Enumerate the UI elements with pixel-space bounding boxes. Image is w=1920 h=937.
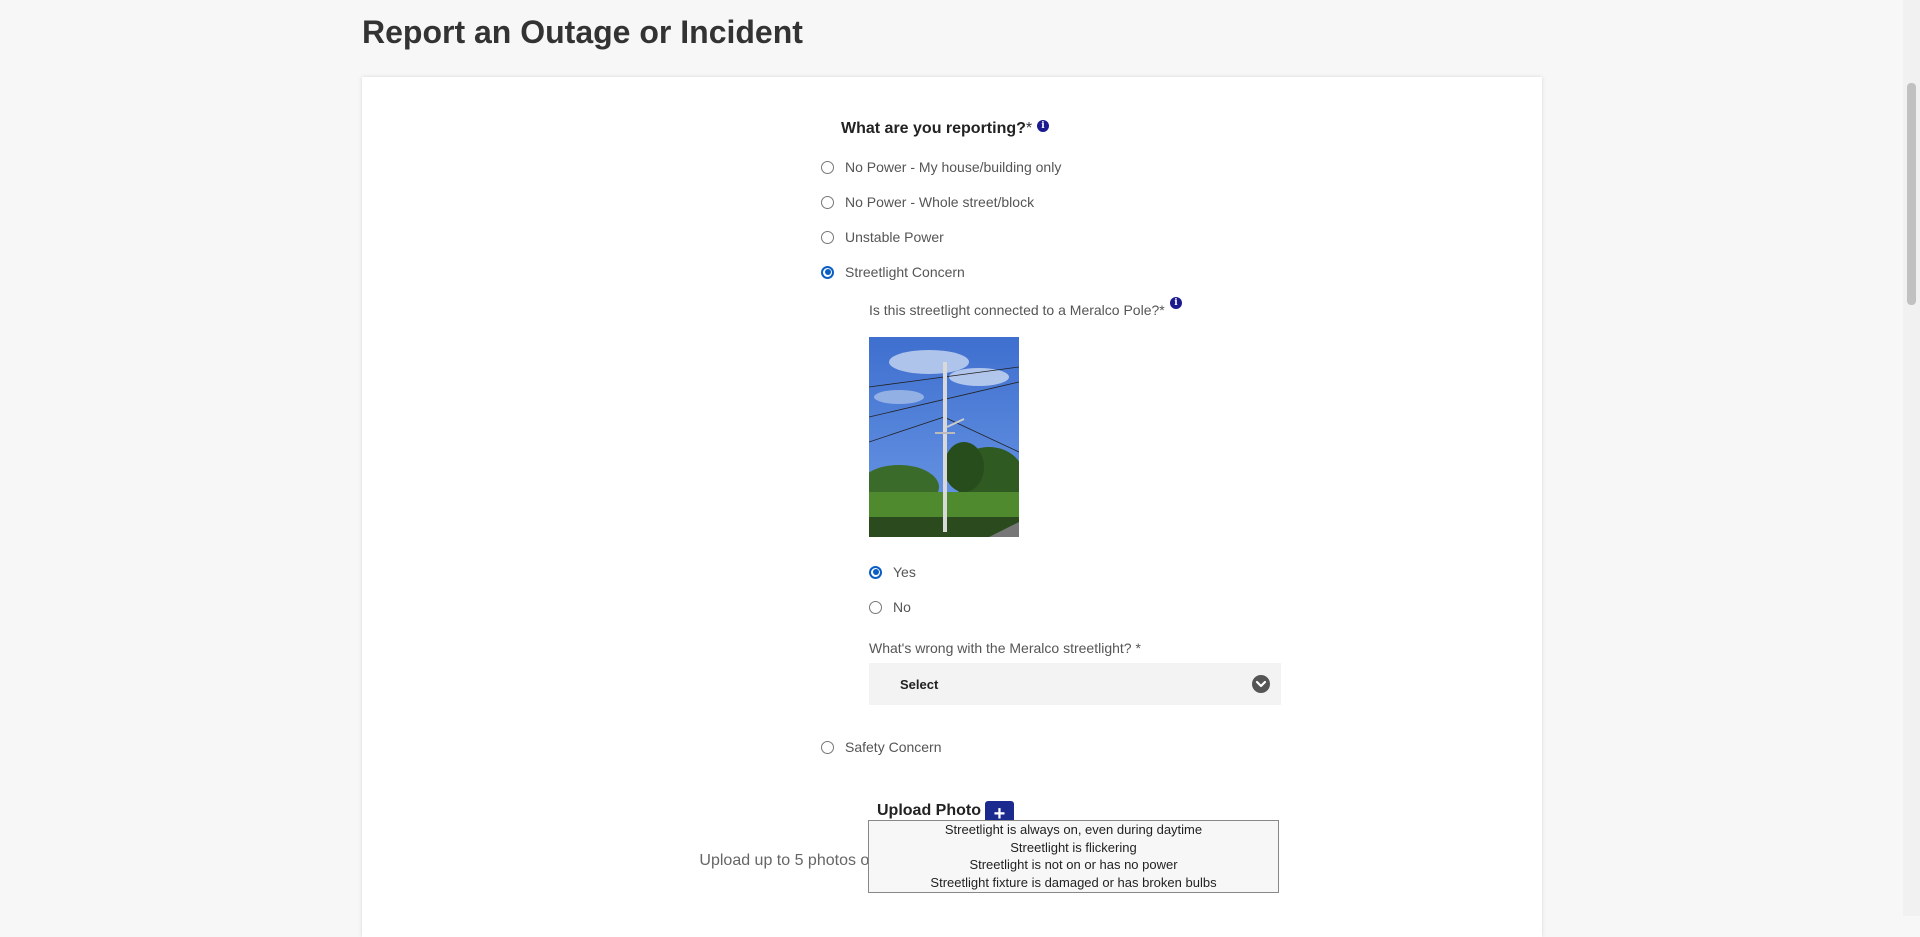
radio-pole-no[interactable]	[869, 600, 882, 614]
dropdown-option[interactable]: Streetlight is always on, even during da…	[869, 821, 1278, 839]
dropdown-option[interactable]: Streetlight is flickering	[869, 839, 1278, 857]
page-scrollbar[interactable]	[1903, 0, 1920, 916]
option-label: No Power - My house/building only	[845, 159, 1062, 175]
option-label: Unstable Power	[845, 229, 944, 245]
option-safety-concern[interactable]: Safety Concern	[821, 737, 942, 757]
option-unstable-power[interactable]: Unstable Power	[821, 227, 944, 247]
streetlight-problem-dropdown[interactable]: Streetlight is always on, even during da…	[868, 820, 1279, 893]
option-streetlight-concern[interactable]: Streetlight Concern	[821, 262, 965, 282]
option-label: No Power - Whole street/block	[845, 194, 1035, 210]
yes-label: Yes	[893, 564, 916, 580]
dropdown-option[interactable]: Streetlight is not on or has no power	[869, 856, 1278, 874]
radio-streetlight-concern[interactable]	[821, 265, 834, 279]
page-title: Report an Outage or Incident	[362, 14, 803, 50]
radio-safety-concern[interactable]	[821, 740, 834, 754]
pole-option-yes[interactable]: Yes	[869, 562, 916, 582]
required-mark: *	[1025, 120, 1033, 137]
question-text: What are you reporting?	[841, 120, 1026, 137]
radio-no-power-street[interactable]	[821, 195, 834, 209]
dropdown-option[interactable]: Streetlight fixture is damaged or has br…	[869, 874, 1278, 892]
question-title: What are you reporting?*	[841, 120, 1032, 138]
pole-question: Is this streetlight connected to a Meral…	[869, 302, 1165, 318]
info-icon[interactable]: i	[1037, 120, 1049, 132]
problem-question: What's wrong with the Meralco streetligh…	[869, 640, 1141, 656]
streetlight-problem-select[interactable]: Select	[869, 663, 1281, 705]
select-value: Select	[900, 676, 939, 692]
option-no-power-street[interactable]: No Power - Whole street/block	[821, 192, 1034, 212]
option-label: Streetlight Concern	[845, 264, 965, 280]
radio-pole-yes[interactable]	[869, 565, 882, 579]
option-label: Safety Concern	[845, 739, 942, 755]
radio-unstable-power[interactable]	[821, 230, 834, 244]
upload-photo-label: Upload Photo	[877, 802, 981, 819]
pole-info-icon[interactable]: i	[1170, 297, 1182, 309]
meralco-pole-image	[869, 337, 1019, 537]
option-no-power-house[interactable]: No Power - My house/building only	[821, 157, 1061, 177]
radio-no-power-house[interactable]	[821, 160, 834, 174]
pole-option-no[interactable]: No	[869, 597, 911, 617]
no-label: No	[893, 599, 911, 615]
scrollbar-thumb[interactable]	[1907, 83, 1916, 305]
chevron-down-icon[interactable]	[1252, 675, 1270, 693]
